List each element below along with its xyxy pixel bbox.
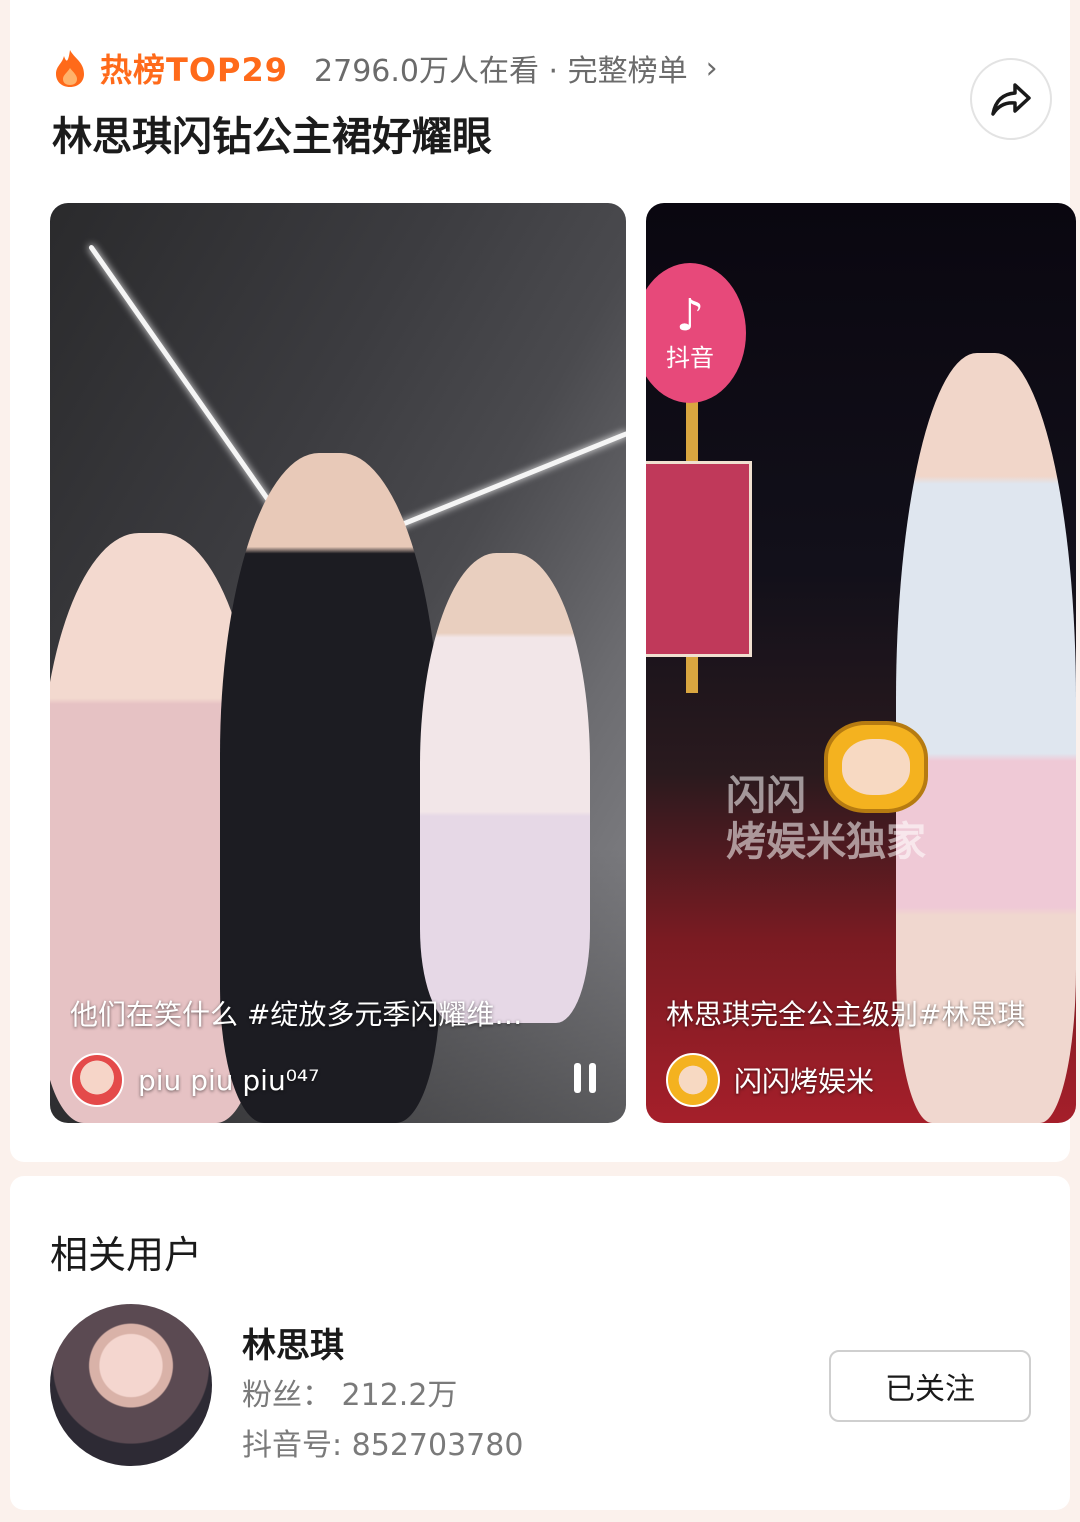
share-button[interactable]	[970, 58, 1052, 140]
video-card-1[interactable]: 他们在笑什么 #绽放多元季闪耀维… piu piu piu⁰⁴⁷	[50, 203, 626, 1123]
video-author[interactable]: piu piu piu⁰⁴⁷	[70, 1053, 319, 1107]
rank-label: 热榜TOP29	[100, 51, 289, 89]
user-douyin-id: 抖音号: 852703780	[242, 1428, 524, 1463]
douyin-sign-text: 抖音	[666, 343, 714, 372]
author-name[interactable]: piu piu piu⁰⁴⁷	[138, 1064, 319, 1097]
ceiling-light	[87, 244, 282, 518]
watch-count-full-list-link[interactable]: 2796.0万人在看 · 完整榜单	[314, 46, 688, 90]
video-author[interactable]: 闪闪烤娱米	[666, 1053, 874, 1107]
user-avatar[interactable]	[50, 1304, 212, 1466]
share-icon	[991, 83, 1031, 116]
video-caption[interactable]: 他们在笑什么 #绽放多元季闪耀维…	[70, 993, 610, 1033]
topic-title: 林思琪闪钻公主裙好耀眼	[52, 114, 492, 160]
person-figure	[420, 553, 590, 1023]
douyin-sign: ♪ 抖音	[646, 263, 746, 403]
author-name[interactable]: 闪闪烤娱米	[734, 1060, 874, 1100]
related-users-title: 相关用户	[50, 1233, 203, 1277]
author-avatar[interactable]	[70, 1053, 124, 1107]
follow-button[interactable]: 已关注	[829, 1350, 1031, 1422]
video-caption[interactable]: 林思琪完全公主级别#林思琪	[666, 993, 1060, 1033]
rank-row[interactable]: 热榜TOP29 2796.0万人在看 · 完整榜单 ›	[52, 40, 718, 96]
user-name[interactable]: 林思琪	[242, 1318, 344, 1367]
chevron-right-icon: ›	[705, 50, 718, 86]
video-watermark: 闪闪 烤娱米独家	[726, 773, 926, 865]
related-users-section: 相关用户 林思琪 粉丝： 212.2万 抖音号: 852703780 已关注	[10, 1176, 1070, 1510]
event-board	[646, 461, 752, 657]
video-card-2[interactable]: ♪ 抖音 闪闪 烤娱米独家 林思琪完全公主级别#林思琪 闪闪烤娱米	[646, 203, 1076, 1123]
flame-icon	[56, 50, 84, 87]
user-fans-count: 粉丝： 212.2万	[242, 1378, 458, 1413]
author-avatar[interactable]	[666, 1053, 720, 1107]
pause-icon[interactable]	[574, 1063, 596, 1093]
douyin-note-icon: ♪	[675, 289, 705, 341]
